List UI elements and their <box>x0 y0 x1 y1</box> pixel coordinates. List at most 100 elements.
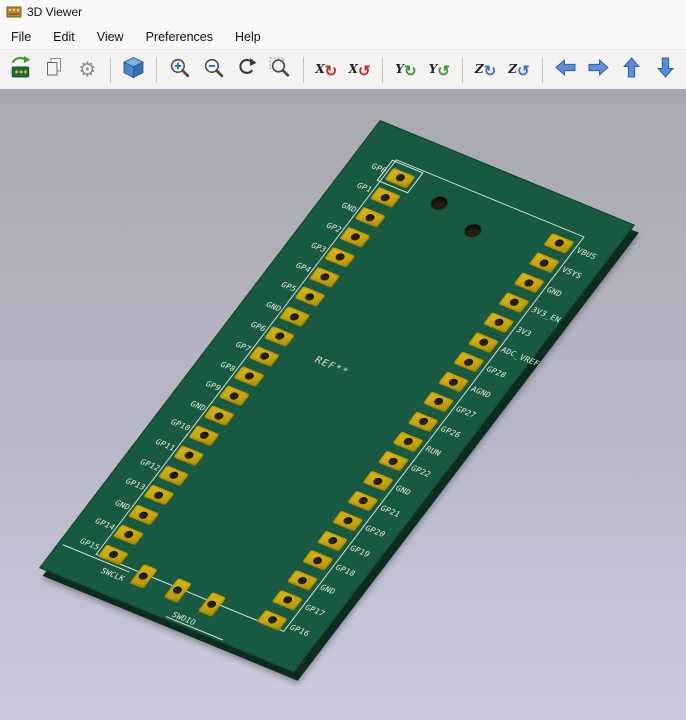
pin-label: GND <box>393 484 412 497</box>
pin-label: GP2 <box>305 213 344 234</box>
pad-hole <box>364 213 376 222</box>
rotate-z-cw-icon: Z↻ <box>475 62 496 77</box>
menu-help[interactable]: Help <box>224 26 272 48</box>
rotate-y-ccw-button[interactable]: Y↺ <box>425 55 454 85</box>
move-up-button[interactable] <box>617 55 646 85</box>
menu-file[interactable]: File <box>0 26 42 48</box>
pad-hole <box>447 377 459 386</box>
pad-hole <box>273 332 285 341</box>
pad-hole <box>258 352 270 361</box>
zoom-in-button[interactable] <box>165 55 194 85</box>
pin-label: GP3 <box>290 233 329 254</box>
gear-icon: ⚙ <box>78 60 96 80</box>
pin-label: GP0 <box>350 154 389 175</box>
copy-image-button[interactable] <box>39 55 68 85</box>
pin-label: GP27 <box>454 405 478 420</box>
pin-label: GP7 <box>214 332 253 353</box>
arrow-down-icon <box>655 57 676 83</box>
pad-hole <box>304 292 316 301</box>
rotate-x-ccw-icon: X↺ <box>349 62 371 77</box>
pin-label: GP28 <box>484 365 508 380</box>
pad-hole <box>213 411 225 420</box>
redraw-button[interactable] <box>232 55 261 85</box>
pin-label: 3V3 <box>514 325 533 338</box>
pad-hole <box>508 298 520 307</box>
pin-label: GP10 <box>154 411 193 432</box>
pad-hole <box>372 476 384 485</box>
pad-hole <box>342 516 354 525</box>
toolbar-separator <box>542 57 543 83</box>
pin-label: AGND <box>469 385 493 400</box>
cube-icon <box>122 56 145 84</box>
zoom-out-icon <box>202 56 225 84</box>
pad-hole <box>266 615 278 624</box>
pad-hole <box>198 431 210 440</box>
pin-label: GP18 <box>333 563 357 578</box>
move-right-button[interactable] <box>584 55 613 85</box>
pin-label: ADC_VREF <box>499 345 542 367</box>
pin-label: GP14 <box>78 511 117 532</box>
menu-view[interactable]: View <box>86 26 135 48</box>
pin-label: 3V3_EN <box>529 305 562 324</box>
toolbar: ⚙ <box>0 50 686 90</box>
pin-label: GND <box>93 491 132 512</box>
pin-label: GP5 <box>260 273 299 294</box>
pcb-board: REF** SWCLK SWDIO GP0GP1GNDGP2GP3GP4GP5G… <box>39 120 635 673</box>
pad-hole <box>357 496 369 505</box>
menu-preferences[interactable]: Preferences <box>135 26 224 48</box>
pad-hole <box>432 397 444 406</box>
rotate-x-ccw-button[interactable]: X↺ <box>345 55 374 85</box>
pad-hole <box>205 600 217 609</box>
rotate-z-cw-button[interactable]: Z↻ <box>471 55 500 85</box>
arrow-left-icon <box>555 57 576 83</box>
pad-hole <box>402 437 414 446</box>
pad-hole <box>538 258 550 267</box>
pad-hole <box>417 417 429 426</box>
zoom-out-button[interactable] <box>199 55 228 85</box>
rotate-y-cw-button[interactable]: Y↻ <box>391 55 420 85</box>
toolbar-separator <box>110 57 111 83</box>
rotate-x-cw-icon: X↻ <box>315 62 337 77</box>
pad-hole <box>281 595 293 604</box>
rotate-z-ccw-button[interactable]: Z↺ <box>504 55 533 85</box>
3d-viewer-window: 3D Viewer File Edit View Preferences Hel… <box>0 0 686 720</box>
toolbar-separator <box>462 57 463 83</box>
pin-label: GP20 <box>363 524 387 539</box>
pad-hole <box>327 536 339 545</box>
pad-hole <box>553 238 565 247</box>
rotate-y-cw-icon: Y↻ <box>395 62 416 77</box>
rotate-x-cw-button[interactable]: X↻ <box>312 55 341 85</box>
pin-label: GND <box>320 193 359 214</box>
pad-hole <box>478 338 490 347</box>
pin-label: RUN <box>424 444 443 457</box>
pin-label: GP11 <box>139 431 178 452</box>
zoom-fit-icon <box>268 56 291 84</box>
pad-hole <box>394 173 406 182</box>
pad-hole <box>296 576 308 585</box>
pin-label: GP12 <box>124 451 163 472</box>
pin-label: GND <box>318 583 337 596</box>
redraw-icon <box>235 56 258 84</box>
app-icon <box>6 4 22 20</box>
pad-hole <box>311 556 323 565</box>
render-options-button[interactable]: ⚙ <box>73 55 102 85</box>
pad-hole <box>319 272 331 281</box>
pad-hole <box>288 312 300 321</box>
viewport-3d[interactable]: REF** SWCLK SWDIO GP0GP1GNDGP2GP3GP4GP5G… <box>0 90 686 720</box>
pad-hole <box>137 571 149 580</box>
reload-board-button[interactable] <box>6 55 35 85</box>
zoom-to-fit-button[interactable] <box>265 55 294 85</box>
move-left-button[interactable] <box>551 55 580 85</box>
pin-label: GP26 <box>439 424 463 439</box>
menubar: File Edit View Preferences Help <box>0 24 686 50</box>
render-view-button[interactable] <box>119 55 148 85</box>
move-down-button[interactable] <box>651 55 680 85</box>
pad-hole <box>493 318 505 327</box>
pad-hole <box>243 371 255 380</box>
pin-label: GP21 <box>378 504 402 519</box>
pin-label: GND <box>169 392 208 413</box>
pin-label: GND <box>544 286 563 299</box>
pad-hole <box>107 550 119 559</box>
menu-edit[interactable]: Edit <box>42 26 86 48</box>
pin-label: GP13 <box>109 471 148 492</box>
